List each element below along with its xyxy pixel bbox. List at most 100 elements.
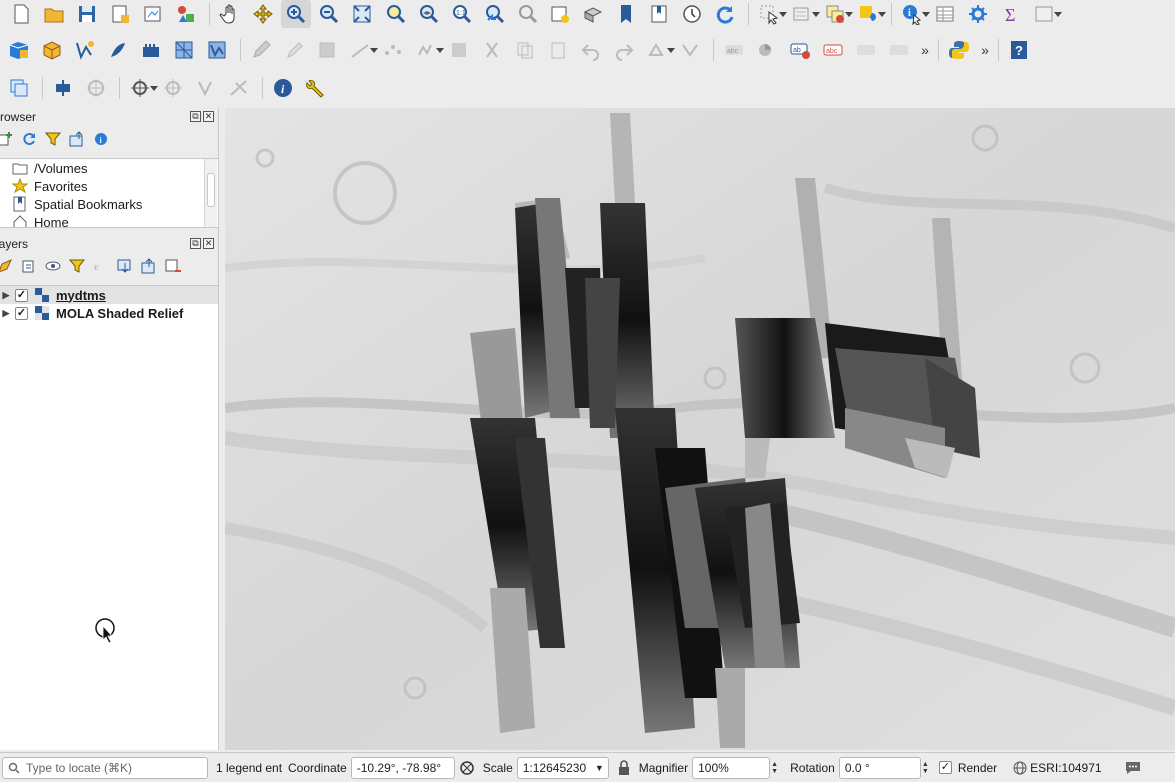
messages-icon[interactable] — [1124, 760, 1142, 776]
lock-scale-icon[interactable] — [617, 759, 631, 776]
remove-layer-icon[interactable] — [164, 257, 182, 275]
collapse-all-layers-icon[interactable] — [140, 257, 158, 275]
current-edits-icon[interactable] — [279, 36, 309, 64]
zoom-last-icon[interactable] — [479, 0, 509, 28]
new-virtual-layer-icon[interactable] — [136, 36, 166, 64]
more-plugins-icon[interactable]: » — [977, 42, 993, 58]
new-mesh-layer-icon[interactable] — [169, 36, 199, 64]
filter-by-expression-icon[interactable]: ε — [92, 257, 110, 275]
style-layer-icon[interactable] — [0, 257, 14, 275]
statistical-summary-icon[interactable]: Σ — [996, 0, 1026, 28]
zoom-native-resolution-icon[interactable]: 1:1 — [446, 0, 476, 28]
show-bookmarks-icon[interactable] — [644, 0, 674, 28]
processing-toolbox-icon[interactable] — [963, 0, 993, 28]
redo-icon[interactable] — [609, 36, 639, 64]
layer-labeling-icon[interactable]: abc — [719, 36, 749, 64]
expand-arrow-icon[interactable]: ▶ — [0, 308, 12, 319]
layer-item-mola-shaded-relief[interactable]: ▶ ✓ MOLA Shaded Relief — [0, 304, 218, 322]
float-panel-icon[interactable]: ⧉ — [190, 238, 201, 249]
save-project-icon[interactable] — [72, 0, 102, 28]
scale-combobox[interactable]: 1:12645230 ▼ — [516, 756, 609, 779]
properties-icon[interactable]: i — [92, 130, 110, 148]
coordinate-field[interactable]: -10.29°, -78.98° — [350, 756, 455, 779]
expand-all-icon[interactable] — [116, 257, 134, 275]
new-temporary-layer-icon[interactable] — [202, 36, 232, 64]
new-shapefile-layer-icon[interactable] — [70, 36, 100, 64]
vertex-tool-icon[interactable] — [378, 36, 408, 64]
zoom-in-icon[interactable] — [281, 0, 311, 28]
info-icon[interactable]: i — [268, 74, 298, 102]
rotation-field[interactable]: 0.0 ° — [838, 756, 921, 779]
python-console-icon[interactable] — [944, 36, 974, 64]
new-geopackage-layer-icon[interactable] — [37, 36, 67, 64]
select-by-location-icon[interactable] — [853, 0, 886, 28]
map-canvas[interactable] — [225, 108, 1175, 750]
layer-visibility-checkbox[interactable]: ✓ — [15, 306, 28, 320]
select-features-icon[interactable] — [754, 0, 787, 28]
georeferencer-icon[interactable] — [48, 74, 78, 102]
browser-scrollbar[interactable] — [204, 159, 217, 227]
magnifier-stepper[interactable]: ▲ ▼ — [769, 757, 780, 779]
toggle-editing-icon[interactable] — [246, 36, 276, 64]
layer-item-mydtms[interactable]: ▶ ✓ mydtms — [0, 286, 218, 304]
temporal-controller-icon[interactable] — [677, 0, 707, 28]
undo-icon[interactable] — [576, 36, 606, 64]
new-bookmark-icon[interactable] — [611, 0, 641, 28]
snapping-options-icon[interactable] — [125, 74, 158, 102]
more-label-tools-icon[interactable]: » — [917, 42, 933, 58]
crs-button[interactable]: ESRI:104971 — [1013, 761, 1102, 775]
layer-visibility-checkbox[interactable]: ✓ — [15, 288, 28, 302]
attribute-table-icon[interactable] — [930, 0, 960, 28]
add-layer-icon[interactable] — [0, 130, 14, 148]
render-checkbox[interactable]: ✓ — [938, 761, 952, 774]
layer-diagram-icon[interactable] — [752, 36, 782, 64]
browser-item-spatial-bookmarks[interactable]: Spatial Bookmarks — [0, 195, 218, 213]
close-panel-icon[interactable]: ✕ — [203, 111, 214, 122]
zoom-out-icon[interactable] — [314, 0, 344, 28]
digitize-line-icon[interactable] — [345, 36, 378, 64]
browser-item-volumes[interactable]: /Volumes — [0, 159, 218, 177]
save-edits-icon[interactable] — [312, 36, 342, 64]
style-manager-icon[interactable] — [171, 0, 201, 28]
snapping-icon[interactable] — [675, 36, 705, 64]
pan-to-selection-icon[interactable] — [248, 0, 278, 28]
measure-icon[interactable] — [1029, 0, 1062, 28]
delete-selected-icon[interactable] — [444, 36, 474, 64]
manage-map-themes-icon[interactable] — [44, 257, 62, 275]
new-map-view-icon[interactable] — [545, 0, 575, 28]
add-group-icon[interactable] — [20, 257, 38, 275]
expand-arrow-icon[interactable]: ▶ — [0, 290, 12, 301]
new-3d-view-icon[interactable] — [578, 0, 608, 28]
data-source-manager-icon[interactable] — [4, 36, 34, 64]
zoom-full-icon[interactable] — [347, 0, 377, 28]
filter-legend-icon[interactable] — [68, 257, 86, 275]
pan-map-icon[interactable] — [215, 0, 245, 28]
refresh-browser-icon[interactable] — [20, 130, 38, 148]
browser-item-favorites[interactable]: Favorites — [0, 177, 218, 195]
trace-icon[interactable] — [158, 74, 188, 102]
cut-features-icon[interactable] — [477, 36, 507, 64]
select-by-value-icon[interactable] — [787, 0, 820, 28]
refresh-icon[interactable] — [710, 0, 740, 28]
new-spatialite-layer-icon[interactable] — [103, 36, 133, 64]
locator-search-input[interactable]: Type to locate (⌘K) — [2, 756, 208, 779]
float-panel-icon[interactable]: ⧉ — [190, 111, 201, 122]
gps-tools-icon[interactable] — [81, 74, 111, 102]
zoom-next-icon[interactable] — [512, 0, 542, 28]
close-panel-icon[interactable]: ✕ — [203, 238, 214, 249]
identify-features-icon[interactable]: i — [897, 0, 930, 28]
wrench-icon[interactable] — [301, 74, 331, 102]
layout-manager-icon[interactable] — [138, 0, 168, 28]
zoom-to-layer-icon[interactable] — [413, 0, 443, 28]
move-label-icon[interactable] — [884, 36, 914, 64]
show-hide-labels-icon[interactable] — [851, 36, 881, 64]
rotation-stepper[interactable]: ▲ ▼ — [920, 757, 931, 779]
open-project-icon[interactable] — [39, 0, 69, 28]
modify-attributes-icon[interactable] — [411, 36, 444, 64]
advanced-digitizing-icon[interactable] — [642, 36, 675, 64]
copy-features-icon[interactable] — [510, 36, 540, 64]
zoom-to-selection-icon[interactable] — [380, 0, 410, 28]
filter-browser-icon[interactable] — [44, 130, 62, 148]
browser-item-home[interactable]: Home — [0, 213, 218, 227]
coordinate-toggle-icon[interactable] — [459, 760, 475, 776]
